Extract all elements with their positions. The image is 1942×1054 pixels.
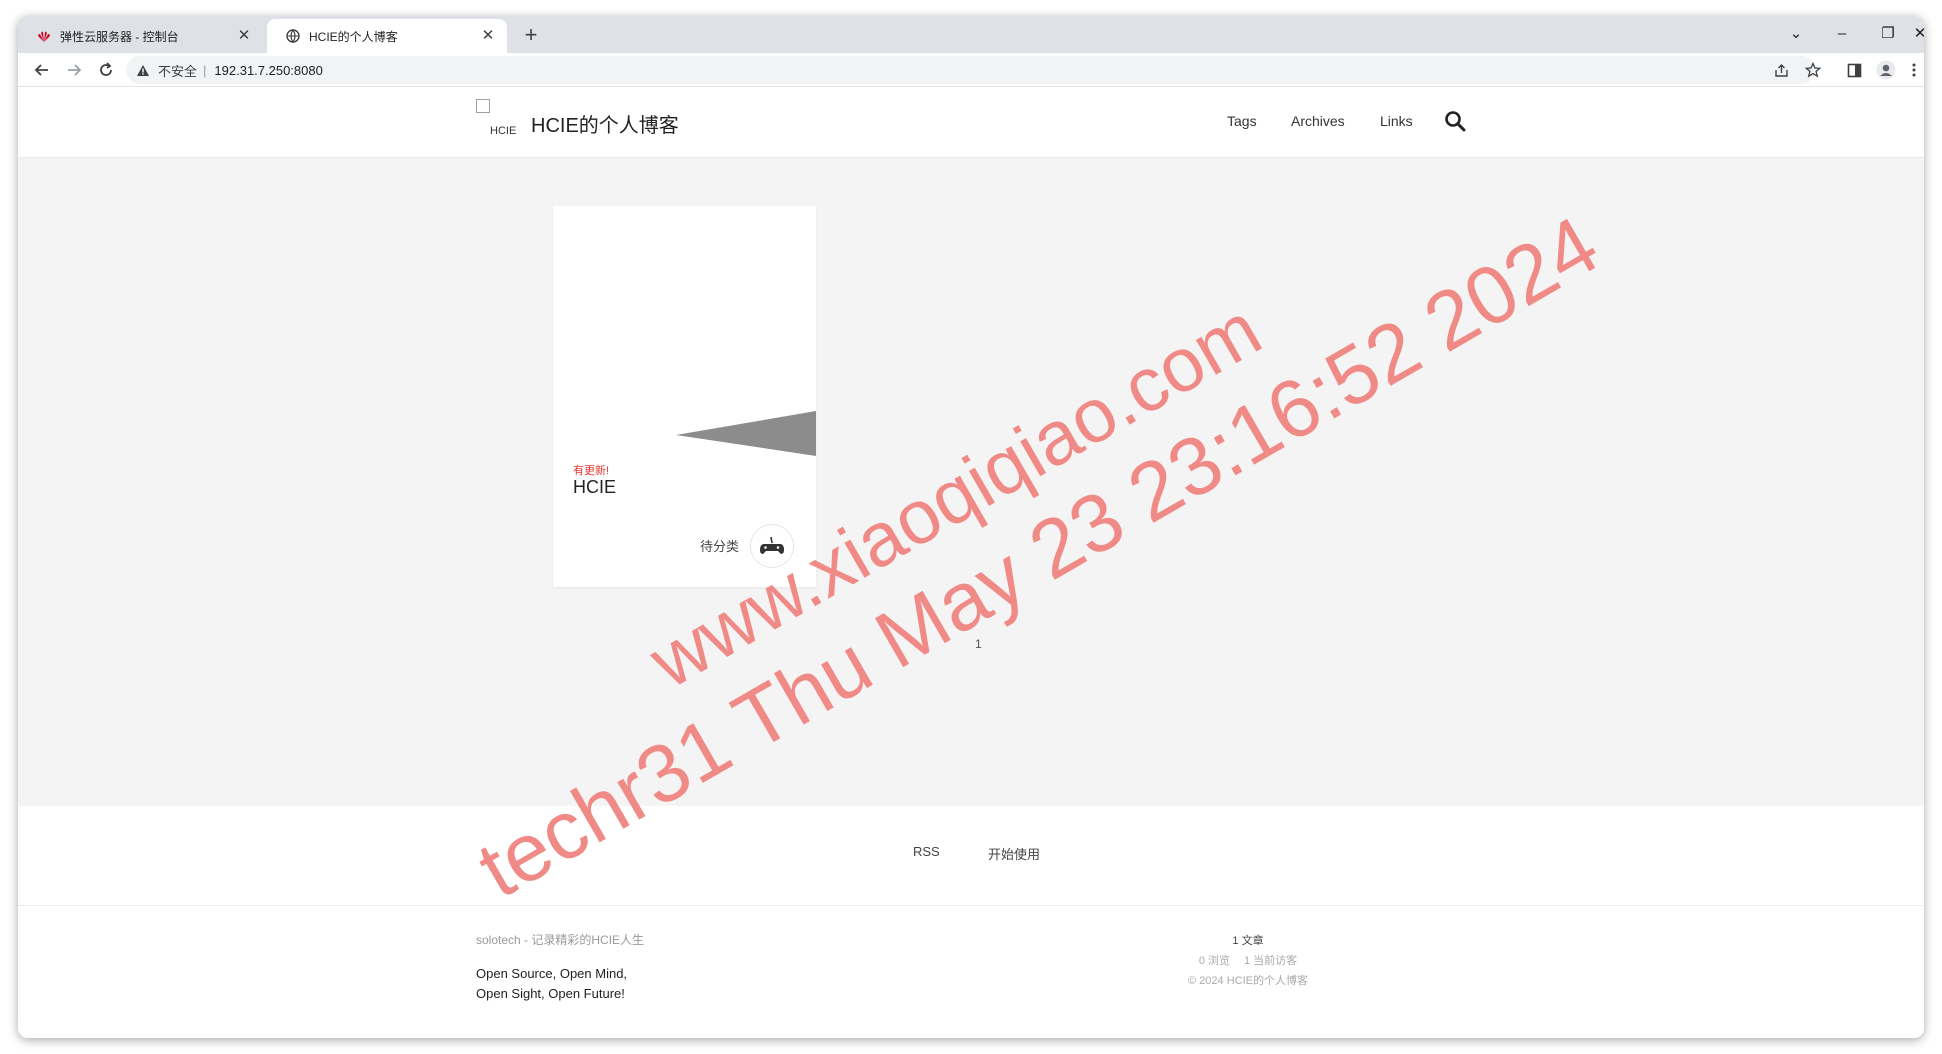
menu-icon[interactable] (1902, 58, 1924, 82)
window-close-button[interactable]: ✕ (1913, 22, 1924, 46)
footer-bottom: solotech - 记录精彩的HCIE人生 Open Source, Open… (18, 906, 1924, 1038)
site-logo[interactable]: HCIE (476, 99, 522, 139)
footer-links: RSS 开始使用 (18, 806, 1924, 906)
reload-icon[interactable] (94, 58, 118, 82)
footer-stats: 1 文章 0 浏览 1 当前访客 © 2024 HCIE的个人博客 (1138, 931, 1358, 991)
article-card[interactable]: 有更新! HCIE 待分类 (553, 206, 816, 587)
huawei-icon (36, 28, 52, 44)
tab-console[interactable]: 弹性云服务器 - 控制台 ✕ (18, 19, 263, 53)
tab-strip: 弹性云服务器 - 控制台 ✕ HCIE的个人博客 ✕ + ⌄ – ❐ ✕ (18, 16, 1924, 53)
forward-icon[interactable] (62, 58, 86, 82)
star-icon[interactable] (1801, 58, 1825, 82)
article-title[interactable]: HCIE (573, 477, 616, 498)
nav-archives[interactable]: Archives (1291, 113, 1345, 129)
minimize-button[interactable]: – (1822, 22, 1862, 46)
tab-blog[interactable]: HCIE的个人博客 ✕ (267, 19, 507, 53)
article-count: 1 文章 (1232, 935, 1264, 947)
restore-button[interactable]: ❐ (1868, 22, 1908, 46)
address-separator: | (203, 62, 207, 78)
address-bar[interactable]: 不安全 | 192.31.7.250:8080 (126, 56, 1816, 84)
view-count: 0 浏览 (1198, 955, 1230, 967)
visitor-count: 1 当前访客 (1244, 955, 1298, 967)
update-badge: 有更新! (573, 465, 610, 477)
motto-line: Open Sight, Open Future! (476, 986, 625, 1001)
site-header: HCIE HCIE的个人博客 Tags Archives Links (18, 88, 1924, 158)
motto-line: Open Source, Open Mind, (476, 966, 628, 981)
footer-get-started-link[interactable]: 开始使用 (988, 844, 1040, 863)
security-label: 不安全 (158, 63, 198, 79)
share-icon[interactable] (1769, 58, 1793, 82)
copyright: © 2024 HCIE的个人博客 (1188, 975, 1308, 987)
broken-image-icon (476, 99, 490, 113)
nav-tags[interactable]: Tags (1227, 113, 1257, 129)
page-viewport: HCIE HCIE的个人博客 Tags Archives Links 有更新! … (18, 88, 1924, 1038)
gamepad-icon[interactable] (750, 524, 794, 568)
search-icon[interactable] (1444, 110, 1466, 132)
footer-tagline[interactable]: solotech - 记录精彩的HCIE人生 (476, 931, 644, 948)
warning-icon[interactable] (136, 62, 152, 78)
site-title[interactable]: HCIE的个人博客 (531, 109, 679, 138)
footer-motto: Open Source, Open Mind, Open Sight, Open… (476, 964, 627, 1004)
chevron-down-icon[interactable]: ⌄ (1776, 22, 1816, 46)
browser-toolbar: 不安全 | 192.31.7.250:8080 (18, 53, 1924, 87)
footer-rss-link[interactable]: RSS (913, 844, 940, 859)
side-panel-icon[interactable] (1842, 58, 1866, 82)
globe-icon (285, 28, 301, 44)
tab-title: HCIE的个人博客 (309, 29, 398, 44)
nav-links[interactable]: Links (1380, 113, 1413, 129)
pagination-current[interactable]: 1 (975, 637, 982, 651)
article-category[interactable]: 待分类 (700, 536, 739, 555)
url-text[interactable]: 192.31.7.250:8080 (214, 63, 322, 78)
browser-window: 弹性云服务器 - 控制台 ✕ HCIE的个人博客 ✕ + ⌄ – ❐ ✕ 不安全… (18, 16, 1924, 1038)
back-icon[interactable] (30, 58, 54, 82)
logo-alt-text: HCIE (490, 125, 517, 137)
profile-icon[interactable] (1874, 58, 1898, 82)
close-icon[interactable]: ✕ (235, 27, 253, 45)
close-icon[interactable]: ✕ (479, 27, 497, 45)
article-cover-image (676, 411, 816, 456)
tab-title: 弹性云服务器 - 控制台 (60, 29, 179, 44)
new-tab-button[interactable]: + (518, 23, 544, 49)
